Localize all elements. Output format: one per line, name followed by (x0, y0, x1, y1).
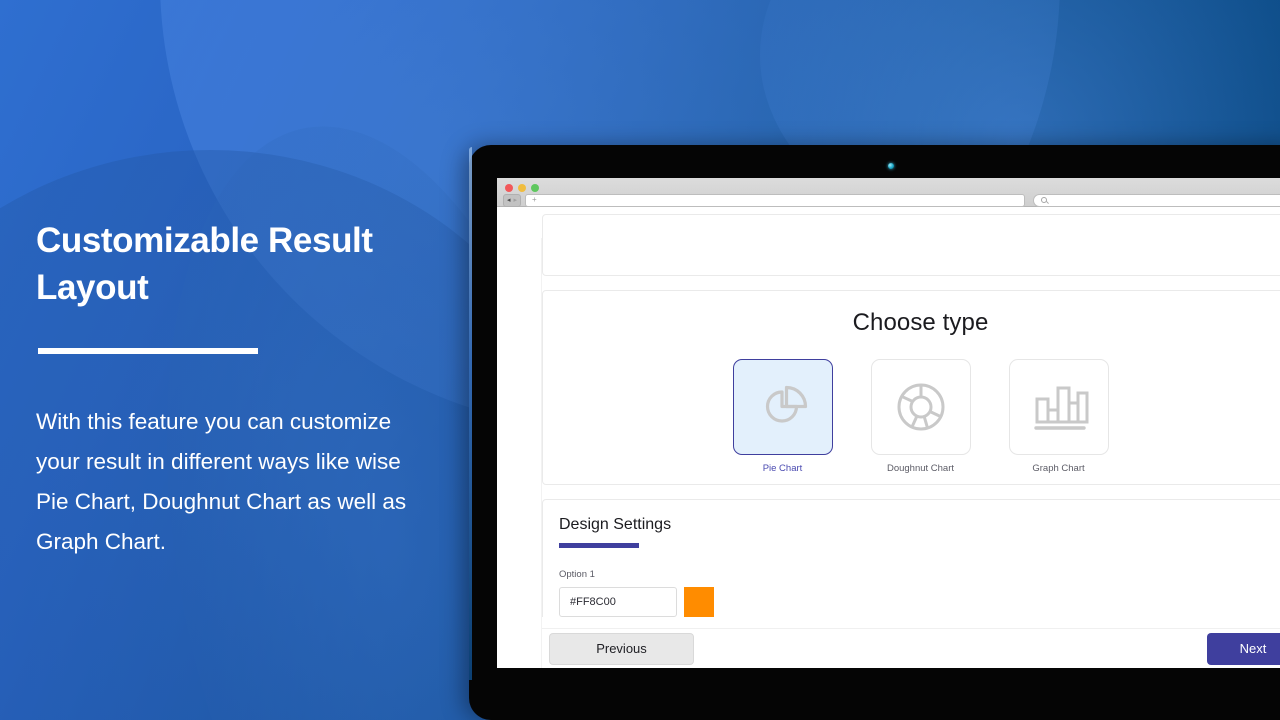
color-hex-input[interactable] (559, 587, 677, 617)
graph-chart-tile[interactable] (1008, 359, 1109, 455)
address-bar[interactable]: + (525, 193, 1026, 207)
slide-body-text: With this feature you can customize your… (36, 408, 407, 554)
top-placeholder-card (542, 214, 1280, 276)
chart-type-option-pie[interactable]: Pie Chart (732, 359, 833, 474)
choose-type-title: Choose type (852, 309, 989, 336)
webcam-icon (888, 163, 894, 169)
color-swatch-preview[interactable] (684, 587, 714, 617)
browser-nav-buttons[interactable]: ◂ ▸ (503, 193, 522, 207)
browser-toolbar: ◂ ▸ + (503, 193, 1280, 207)
search-icon (1041, 197, 1048, 203)
laptop-mockup: ↗ ◂ ▸ + Choose type (469, 145, 1280, 720)
pie-chart-tile[interactable] (732, 359, 833, 455)
browser-search-field[interactable] (1033, 193, 1280, 207)
chart-type-option-doughnut[interactable]: Doughnut Chart (870, 359, 971, 474)
new-tab-plus-icon[interactable]: + (532, 196, 537, 204)
graph-chart-icon (1033, 386, 1088, 430)
pie-chart-icon (765, 385, 807, 423)
chart-type-options: Pie Chart Doughnut Chart Graph Chart (543, 359, 1280, 474)
previous-button[interactable]: Previous (549, 632, 694, 665)
minimize-window-icon[interactable] (518, 184, 526, 192)
next-button[interactable]: Next (1207, 632, 1280, 665)
design-settings-title: Design Settings (559, 516, 672, 533)
doughnut-chart-tile[interactable] (870, 359, 971, 455)
wizard-footer: Previous Next (542, 628, 1280, 668)
back-arrow-icon[interactable]: ◂ (507, 197, 511, 204)
page-left-gutter (497, 238, 542, 668)
option-1-row (559, 587, 1280, 617)
window-controls[interactable] (505, 184, 539, 192)
forward-arrow-icon[interactable]: ▸ (514, 197, 518, 204)
close-window-icon[interactable] (505, 184, 513, 192)
browser-chrome: ↗ ◂ ▸ + (497, 178, 1280, 207)
title-divider (38, 347, 258, 354)
chart-type-option-graph[interactable]: Graph Chart (1008, 359, 1109, 474)
choose-type-card: Choose type Pie Chart Doughnut Chart Gra… (542, 290, 1280, 485)
app-page: Choose type Pie Chart Doughnut Chart Gra… (497, 208, 1280, 668)
active-tab-underline (559, 543, 639, 548)
slide-copy: Customizable Result Layout With this fea… (36, 218, 436, 562)
chart-type-label-pie: Pie Chart (762, 463, 803, 474)
page-title: Customizable Result Layout (36, 221, 373, 307)
doughnut-chart-icon (897, 383, 944, 431)
chart-type-label-graph: Graph Chart (1032, 463, 1085, 474)
option-1-label: Option 1 (559, 569, 595, 580)
laptop-edge-highlight (469, 147, 472, 680)
maximize-window-icon[interactable] (531, 184, 539, 192)
laptop-bezel-top (469, 145, 1280, 178)
browser-window: ↗ ◂ ▸ + Choose type (497, 178, 1280, 668)
chart-type-label-doughnut: Doughnut Chart (886, 463, 955, 474)
design-settings-card: Design Settings Option 1 (542, 499, 1280, 617)
